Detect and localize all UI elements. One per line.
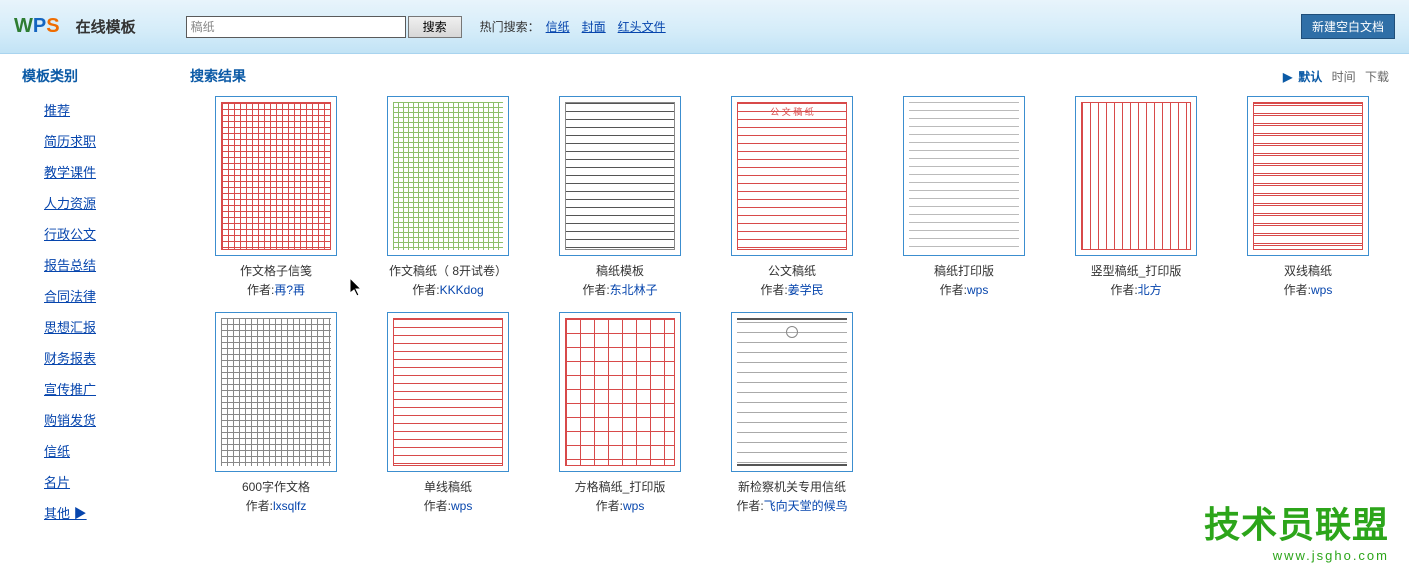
search-button[interactable]: 搜索 [408,16,462,38]
watermark-big: 技术员联盟 [1204,496,1389,548]
search-input[interactable] [186,16,406,38]
sidebar: 模板类别 推荐简历求职教学课件人力资源行政公文报告总结合同法律思想汇报财务报表宣… [0,66,190,534]
template-card[interactable]: 单线稿纸作者:wps [362,312,534,514]
template-thumb[interactable] [1075,96,1197,256]
template-thumb[interactable] [731,96,853,256]
template-title: 600字作文格 [190,478,362,495]
template-author: 作者:wps [878,281,1050,298]
hot-search-label: 热门搜索： [480,18,540,35]
wps-logo: WPS [14,15,60,38]
sort-bar: ▶ 默认 时间 下载 [1277,68,1389,85]
author-link[interactable]: lxsqlfz [273,499,306,513]
template-thumb[interactable] [1247,96,1369,256]
content: 搜索结果 ▶默认 时间 下载 作文格子信笺作者:再?再作文稿纸（ 8开试卷）作者… [190,66,1409,534]
sidebar-item-6[interactable]: 合同法律 [22,286,190,305]
hot-link-1[interactable]: 封面 [582,20,606,34]
template-card[interactable]: 公文稿纸作者:姜学民 [706,96,878,298]
template-author: 作者:wps [1222,281,1394,298]
template-thumb[interactable] [215,312,337,472]
author-link[interactable]: 姜学民 [788,283,824,297]
template-thumb[interactable] [387,96,509,256]
template-thumb[interactable] [559,312,681,472]
template-author: 作者:姜学民 [706,281,878,298]
author-link[interactable]: KKKdog [440,283,484,297]
header: WPS 在线模板 搜索 热门搜索： 信纸封面红头文件 新建空白文档 [0,0,1409,54]
template-author: 作者:lxsqlfz [190,497,362,514]
brand-text: 在线模板 [76,16,136,37]
sidebar-item-2[interactable]: 教学课件 [22,162,190,181]
sidebar-item-13[interactable]: 其他 ▶ [22,503,190,522]
template-card[interactable]: 作文格子信笺作者:再?再 [190,96,362,298]
sidebar-item-1[interactable]: 简历求职 [22,131,190,150]
template-card[interactable]: 作文稿纸（ 8开试卷） 作者:KKKdog [362,96,534,298]
template-author: 作者:再?再 [190,281,362,298]
result-title: 搜索结果 [190,66,246,86]
template-author: 作者:北方 [1050,281,1222,298]
watermark-small: www.jsgho.com [1204,548,1389,563]
template-title: 单线稿纸 [362,478,534,495]
template-author: 作者:飞向天堂的候鸟 [706,497,878,514]
template-author: 作者:wps [362,497,534,514]
author-link[interactable]: wps [451,499,472,513]
sidebar-item-4[interactable]: 行政公文 [22,224,190,243]
template-thumb[interactable] [387,312,509,472]
template-card[interactable]: 竖型稿纸_打印版作者:北方 [1050,96,1222,298]
author-link[interactable]: 飞向天堂的候鸟 [764,499,848,513]
sidebar-item-11[interactable]: 信纸 [22,441,190,460]
template-title: 方格稿纸_打印版 [534,478,706,495]
sidebar-title: 模板类别 [22,66,190,86]
template-author: 作者:东北林子 [534,281,706,298]
sort-download[interactable]: 下载 [1365,70,1389,84]
sort-default[interactable]: 默认 [1298,70,1322,84]
template-title: 双线稿纸 [1222,262,1394,279]
template-author: 作者:wps [534,497,706,514]
author-link[interactable]: 再?再 [274,283,305,297]
sidebar-item-8[interactable]: 财务报表 [22,348,190,367]
template-title: 稿纸模板 [534,262,706,279]
author-link[interactable]: 北方 [1138,283,1162,297]
template-card[interactable]: 新检察机关专用信纸作者:飞向天堂的候鸟 [706,312,878,514]
template-thumb[interactable] [559,96,681,256]
template-card[interactable]: 稿纸模板作者:东北林子 [534,96,706,298]
template-card[interactable]: 双线稿纸作者:wps [1222,96,1394,298]
template-title: 公文稿纸 [706,262,878,279]
template-title: 作文格子信笺 [190,262,362,279]
hot-link-0[interactable]: 信纸 [546,20,570,34]
sidebar-item-3[interactable]: 人力资源 [22,193,190,212]
template-title: 竖型稿纸_打印版 [1050,262,1222,279]
template-author: 作者:KKKdog [362,281,534,298]
author-link[interactable]: wps [623,499,644,513]
watermark: 技术员联盟 www.jsgho.com [1204,496,1389,563]
sort-prefix: ▶ [1283,70,1292,84]
hot-link-2[interactable]: 红头文件 [618,20,666,34]
sidebar-item-0[interactable]: 推荐 [22,100,190,119]
author-link[interactable]: wps [1311,283,1332,297]
template-thumb[interactable] [903,96,1025,256]
sort-time[interactable]: 时间 [1332,70,1356,84]
template-title: 新检察机关专用信纸 [706,478,878,495]
sidebar-item-9[interactable]: 宣传推广 [22,379,190,398]
template-title: 稿纸打印版 [878,262,1050,279]
new-blank-button[interactable]: 新建空白文档 [1301,14,1395,39]
template-thumb[interactable] [215,96,337,256]
author-link[interactable]: 东北林子 [610,283,658,297]
sidebar-item-10[interactable]: 购销发货 [22,410,190,429]
template-card[interactable]: 稿纸打印版作者:wps [878,96,1050,298]
template-title: 作文稿纸（ 8开试卷） [362,262,534,279]
author-link[interactable]: wps [967,283,988,297]
template-card[interactable]: 600字作文格作者:lxsqlfz [190,312,362,514]
template-thumb[interactable] [731,312,853,472]
sidebar-item-7[interactable]: 思想汇报 [22,317,190,336]
sidebar-item-5[interactable]: 报告总结 [22,255,190,274]
template-card[interactable]: 方格稿纸_打印版作者:wps [534,312,706,514]
sidebar-item-12[interactable]: 名片 [22,472,190,491]
